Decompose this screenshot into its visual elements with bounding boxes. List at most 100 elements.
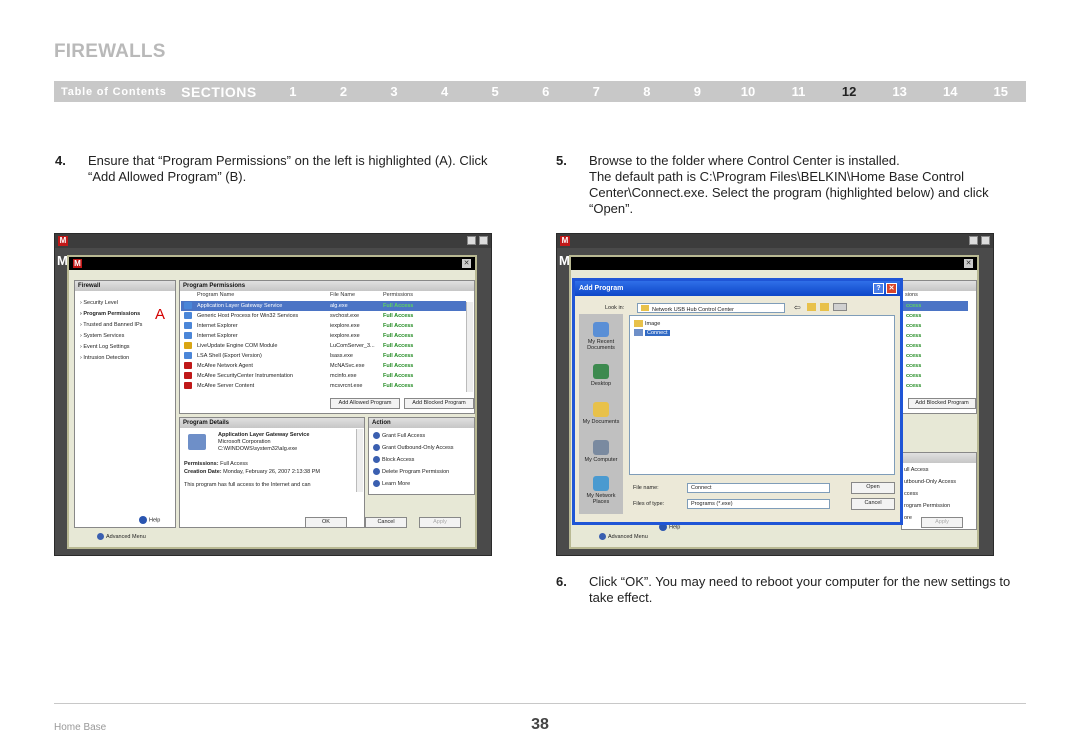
table-row[interactable]: LSA Shell (Export Version) lsass.exe Full … (181, 351, 466, 361)
program-icon (184, 312, 192, 319)
network-places-icon (593, 476, 609, 491)
nav-section-13[interactable]: 13 (874, 84, 925, 99)
file-name-input[interactable]: Connect (687, 483, 830, 493)
apply-button: Apply (921, 517, 963, 528)
step-number: 6. (556, 574, 567, 589)
nav-section-7[interactable]: 7 (571, 84, 622, 99)
section-title: FIREWALLS (54, 41, 166, 62)
table-row[interactable]: Generic Host Process for Win32 Services s… (181, 311, 466, 321)
minimize-icon[interactable] (969, 236, 978, 245)
menu-program-permissions[interactable]: › Program Permissions (80, 311, 140, 317)
place-my-network-places[interactable]: My Network Places (579, 476, 623, 505)
apply-button[interactable]: Apply (419, 517, 461, 528)
table-row: ccess (906, 353, 922, 359)
nav-section-11[interactable]: 11 (773, 84, 824, 99)
folder-icon (641, 305, 649, 311)
arrow-circle-icon (373, 444, 380, 451)
recent-documents-icon (593, 322, 609, 337)
table-row: ccess (906, 333, 922, 339)
menu-intrusion-detection[interactable]: › Intrusion Detection (80, 355, 129, 361)
column-permissions: sions (905, 292, 918, 298)
footer-product-name: Home Base (54, 722, 107, 733)
add-program-screenshot: M M ✕ sions ccess ccess ccess ccess cces… (556, 233, 994, 556)
learn-more-action[interactable]: Learn More (373, 480, 410, 487)
look-in-select[interactable]: Network USB Hub Control Center (637, 303, 785, 313)
internet-explorer-icon (184, 332, 192, 339)
table-of-contents-link[interactable]: Table of Contents (54, 86, 170, 98)
details-scrollbar[interactable] (356, 429, 363, 492)
list-scrollbar[interactable] (466, 302, 473, 392)
close-icon[interactable] (981, 236, 990, 245)
block-access-action[interactable]: Block Access (373, 456, 414, 463)
nav-section-6[interactable]: 6 (520, 84, 571, 99)
file-connect-selected[interactable]: Connect (634, 329, 670, 336)
minimize-icon[interactable] (467, 236, 476, 245)
nav-section-14[interactable]: 14 (925, 84, 976, 99)
help-link[interactable]: Help (139, 516, 160, 524)
program-icon (184, 352, 192, 359)
grant-outbound-only-action[interactable]: Grant Outbound-Only Access (373, 444, 454, 451)
nav-section-5[interactable]: 5 (470, 84, 521, 99)
table-row: ccess (906, 343, 922, 349)
footer-divider (54, 703, 1026, 704)
window-titlebar: M (55, 234, 491, 248)
menu-trusted-banned-ips[interactable]: › Trusted and Banned IPs (80, 322, 142, 328)
mcafee-logo-icon: M (58, 236, 68, 246)
cancel-button[interactable]: Cancel (365, 517, 407, 528)
menu-system-services[interactable]: › System Services (80, 333, 124, 339)
close-icon[interactable]: ✕ (964, 259, 973, 268)
close-icon[interactable]: ✕ (886, 283, 897, 294)
place-desktop[interactable]: Desktop (579, 364, 623, 387)
add-blocked-program-button[interactable]: Add Blocked Program (404, 398, 474, 409)
nav-section-2[interactable]: 2 (318, 84, 369, 99)
place-my-recent-documents[interactable]: My Recent Documents (579, 322, 623, 351)
arrow-circle-icon (373, 432, 380, 439)
program-details-panel: Program Details Application Layer Gatewa… (179, 417, 365, 528)
step-number: 4. (55, 153, 66, 168)
column-file-name: File Name (330, 292, 356, 298)
cancel-button[interactable]: Cancel (851, 498, 895, 510)
advanced-menu-link[interactable]: Advanced Menu (97, 533, 146, 540)
window-titlebar: M (557, 234, 993, 248)
menu-security-level[interactable]: › Security Level (80, 300, 118, 306)
views-menu-icon[interactable] (833, 303, 847, 311)
nav-section-8[interactable]: 8 (622, 84, 673, 99)
background-permissions-panel: sions ccess ccess ccess ccess ccess cces… (901, 280, 977, 414)
ok-button[interactable]: OK (305, 517, 347, 528)
place-my-documents[interactable]: My Documents (579, 402, 623, 425)
nav-section-15[interactable]: 15 (975, 84, 1026, 99)
file-name-label: File name: (633, 485, 659, 491)
program-permissions-screenshot: M M M ✕ Firewall › Security Level › Prog… (54, 233, 492, 556)
nav-section-9[interactable]: 9 (672, 84, 723, 99)
grant-full-access-action[interactable]: Grant Full Access (373, 432, 425, 439)
table-row[interactable]: LiveUpdate Engine COM Module LuComServer_… (181, 341, 466, 351)
folder-image[interactable]: Image (634, 320, 660, 327)
nav-section-3[interactable]: 3 (369, 84, 420, 99)
table-row-selected[interactable]: Application Layer Gateway Service alg.exe… (181, 301, 466, 311)
table-row[interactable]: McAfee Server Content mcsvrcnt.exe Full Ac… (181, 381, 466, 391)
new-folder-icon[interactable] (820, 303, 829, 311)
table-row[interactable]: Internet Explorer iexplore.exe Full Access (181, 331, 466, 341)
nav-section-4[interactable]: 4 (419, 84, 470, 99)
close-icon[interactable]: ✕ (462, 259, 471, 268)
delete-permission-action[interactable]: Delete Program Permission (373, 468, 449, 475)
menu-event-log-settings[interactable]: › Event Log Settings (80, 344, 130, 350)
files-of-type-select[interactable]: Programs (*.exe) (687, 499, 830, 509)
table-row-selected: ccess (903, 301, 968, 311)
add-allowed-program-button[interactable]: Add Allowed Program (330, 398, 400, 409)
table-row[interactable]: McAfee Network Agent McNASvc.exe Full Acce… (181, 361, 466, 371)
table-row[interactable]: McAfee SecurityCenter Instrumentation mci… (181, 371, 466, 381)
back-icon[interactable]: ⇦ (794, 303, 801, 312)
place-my-computer[interactable]: My Computer (579, 440, 623, 463)
nav-section-10[interactable]: 10 (723, 84, 774, 99)
up-folder-icon[interactable] (807, 303, 816, 311)
open-button[interactable]: Open (851, 482, 895, 494)
table-row[interactable]: Internet Explorer iexplore.exe Full Access (181, 321, 466, 331)
firewall-menu-header: Firewall (75, 281, 175, 291)
action-panel: Action Grant Full Access Grant Outbound-… (368, 417, 475, 495)
look-in-label: Look in: (605, 305, 625, 311)
close-icon[interactable] (479, 236, 488, 245)
nav-section-1[interactable]: 1 (268, 84, 319, 99)
nav-section-12-current[interactable]: 12 (824, 84, 875, 99)
help-question-icon[interactable]: ? (873, 283, 884, 294)
